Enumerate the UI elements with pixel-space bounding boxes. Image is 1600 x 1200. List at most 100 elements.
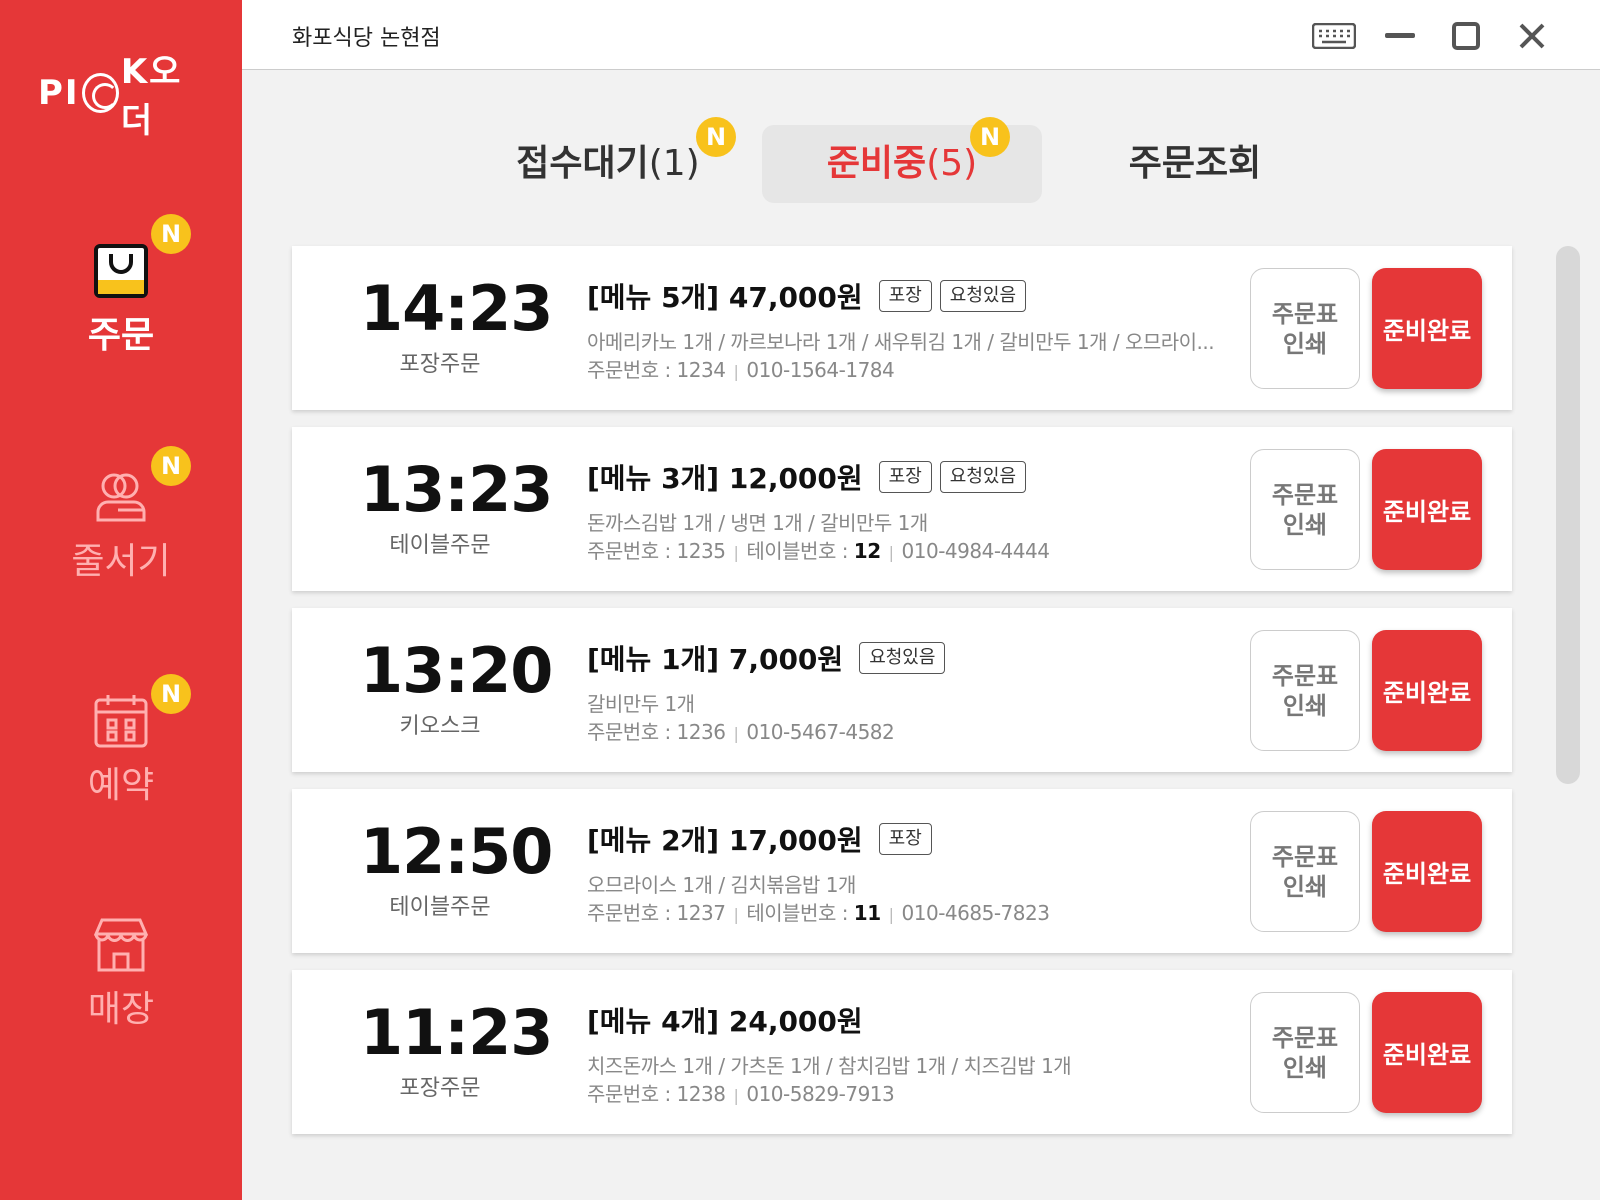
new-badge: N — [696, 117, 736, 157]
sidebar-item-store[interactable]: 매장 — [0, 918, 242, 1078]
print-order-button[interactable]: 주문표 인쇄 — [1250, 811, 1360, 932]
scrollbar[interactable] — [1556, 246, 1580, 784]
order-card: 12:50 테이블주문 [메뉴 2개] 17,000원 포장 오므라이스 1개 … — [292, 789, 1512, 953]
print-button-label: 주문표 — [1271, 480, 1339, 509]
print-button-label: 인쇄 — [1282, 691, 1328, 720]
order-menu-items: 오므라이스 1개 / 김치볶음밥 1개 — [587, 873, 856, 897]
print-button-label: 인쇄 — [1282, 1053, 1328, 1082]
order-number: 주문번호 : 1236 — [587, 720, 726, 744]
keyboard-icon[interactable] — [1312, 16, 1356, 56]
tab-preparing[interactable]: 준비중(5) N — [762, 117, 1042, 203]
ready-complete-button[interactable]: 준비완료 — [1372, 992, 1482, 1113]
queue-people-icon — [94, 470, 148, 524]
tab-label: 준비중 — [826, 143, 927, 184]
ready-complete-button[interactable]: 준비완료 — [1372, 630, 1482, 751]
order-menu-items: 치즈돈까스 1개 / 가츠돈 1개 / 참치김밥 1개 / 치즈김밥 1개 — [587, 1054, 1072, 1078]
order-time: 14:23 — [360, 272, 553, 345]
order-time: 13:23 — [360, 453, 553, 526]
maximize-icon[interactable] — [1444, 16, 1488, 56]
tab-order-history[interactable]: 주문조회 — [1090, 125, 1300, 203]
order-meta: 주문번호 : 1237 | 테이블번호 : 11 | 010-4685-7823 — [587, 897, 1050, 926]
order-summary-text: [메뉴 3개] 12,000원 — [587, 462, 863, 495]
print-order-button[interactable]: 주문표 인쇄 — [1250, 630, 1360, 751]
order-summary-text: [메뉴 4개] 24,000원 — [587, 1005, 863, 1038]
divider: | — [733, 543, 739, 562]
store-icon — [93, 918, 149, 972]
tag-request: 요청있음 — [859, 642, 946, 674]
table-number: 11 — [853, 901, 881, 925]
print-button-label: 주문표 — [1271, 1023, 1339, 1052]
store-name: 화포식당 논현점 — [292, 26, 441, 51]
sidebar-item-label: 줄서기 — [71, 541, 171, 582]
new-badge: N — [151, 674, 191, 714]
order-type: 포장주문 — [399, 352, 481, 377]
phone-number: 010-4984-4444 — [901, 539, 1050, 563]
tag-takeout: 포장 — [878, 280, 932, 312]
tag-request: 요청있음 — [939, 461, 1027, 493]
phone-number: 010-5467-4582 — [746, 720, 895, 744]
divider: | — [733, 362, 739, 381]
tab-count: (1) — [648, 143, 700, 184]
order-menu-items: 돈까스김밥 1개 / 냉면 1개 / 갈비만두 1개 — [587, 511, 928, 535]
pickorder-logo: PI K오더 — [38, 52, 208, 141]
order-menu-items: 갈비만두 1개 — [587, 692, 695, 716]
new-badge: N — [151, 446, 191, 486]
phone-number: 010-5829-7913 — [746, 1082, 895, 1106]
phone-number: 010-1564-1784 — [746, 358, 895, 382]
order-number: 주문번호 : 1237 — [587, 901, 726, 925]
ready-complete-button[interactable]: 준비완료 — [1372, 268, 1482, 389]
order-type: 키오스크 — [399, 714, 481, 739]
divider: | — [888, 543, 894, 562]
close-icon[interactable] — [1510, 16, 1554, 56]
print-order-button[interactable]: 주문표 인쇄 — [1250, 449, 1360, 570]
table-label: 테이블번호 : — [746, 901, 854, 925]
sidebar-item-label: 매장 — [87, 989, 155, 1030]
new-badge: N — [151, 214, 191, 254]
divider: | — [733, 905, 739, 924]
divider: | — [888, 905, 894, 924]
shopping-bag-icon — [94, 244, 148, 298]
print-button-label: 주문표 — [1271, 661, 1339, 690]
calendar-icon — [94, 694, 148, 748]
order-menu-items: 아메리카노 1개 / 까르보나라 1개 / 새우튀김 1개 / 갈비만두 1개 … — [587, 330, 1215, 354]
table-label: 테이블번호 : — [746, 539, 854, 563]
tag-takeout: 포장 — [878, 461, 932, 493]
order-card: 13:23 테이블주문 [메뉴 3개] 12,000원 포장 요청있음 돈까스김… — [292, 427, 1512, 591]
order-time: 13:20 — [360, 634, 553, 707]
order-summary: [메뉴 5개] 47,000원 포장 요청있음 — [587, 276, 1027, 316]
ready-complete-button[interactable]: 준비완료 — [1372, 449, 1482, 570]
order-meta: 주문번호 : 1235 | 테이블번호 : 12 | 010-4984-4444 — [587, 535, 1050, 564]
print-order-button[interactable]: 주문표 인쇄 — [1250, 992, 1360, 1113]
order-number: 주문번호 : 1235 — [587, 539, 726, 563]
order-meta: 주문번호 : 1234 | 010-1564-1784 — [587, 354, 895, 383]
order-summary: [메뉴 4개] 24,000원 — [587, 1000, 863, 1040]
title-bar: 화포식당 논현점 — [242, 0, 1600, 70]
logo-c-icon — [81, 73, 119, 113]
order-summary-text: [메뉴 5개] 47,000원 — [587, 281, 863, 314]
order-type: 테이블주문 — [389, 895, 491, 920]
tab-pending[interactable]: 접수대기(1) N — [488, 117, 736, 203]
order-summary: [메뉴 2개] 17,000원 포장 — [587, 819, 932, 859]
table-number: 12 — [853, 539, 881, 563]
sidebar-item-queue[interactable]: 줄서기 N — [0, 446, 242, 630]
order-number: 주문번호 : 1234 — [587, 358, 726, 382]
print-button-label: 인쇄 — [1282, 510, 1328, 539]
print-order-button[interactable]: 주문표 인쇄 — [1250, 268, 1360, 389]
minimize-icon[interactable] — [1378, 16, 1422, 56]
order-meta: 주문번호 : 1238 | 010-5829-7913 — [587, 1078, 895, 1107]
print-button-label: 인쇄 — [1282, 872, 1328, 901]
print-button-label: 주문표 — [1271, 842, 1339, 871]
order-card: 14:23 포장주문 [메뉴 5개] 47,000원 포장 요청있음 아메리카노… — [292, 246, 1512, 410]
new-badge: N — [970, 117, 1010, 157]
tab-count: (5) — [926, 143, 978, 184]
order-time: 12:50 — [360, 815, 553, 888]
sidebar-item-order[interactable]: 주문 N — [0, 214, 242, 404]
order-meta: 주문번호 : 1236 | 010-5467-4582 — [587, 716, 895, 745]
phone-number: 010-4685-7823 — [901, 901, 1050, 925]
sidebar: PI K오더 주문 N 줄서기 N 예약 N 매장 — [0, 0, 242, 1200]
order-summary: [메뉴 1개] 7,000원 요청있음 — [587, 638, 946, 678]
sidebar-item-reservation[interactable]: 예약 N — [0, 674, 242, 854]
tag-takeout: 포장 — [878, 823, 932, 855]
divider: | — [733, 1086, 739, 1105]
ready-complete-button[interactable]: 준비완료 — [1372, 811, 1482, 932]
